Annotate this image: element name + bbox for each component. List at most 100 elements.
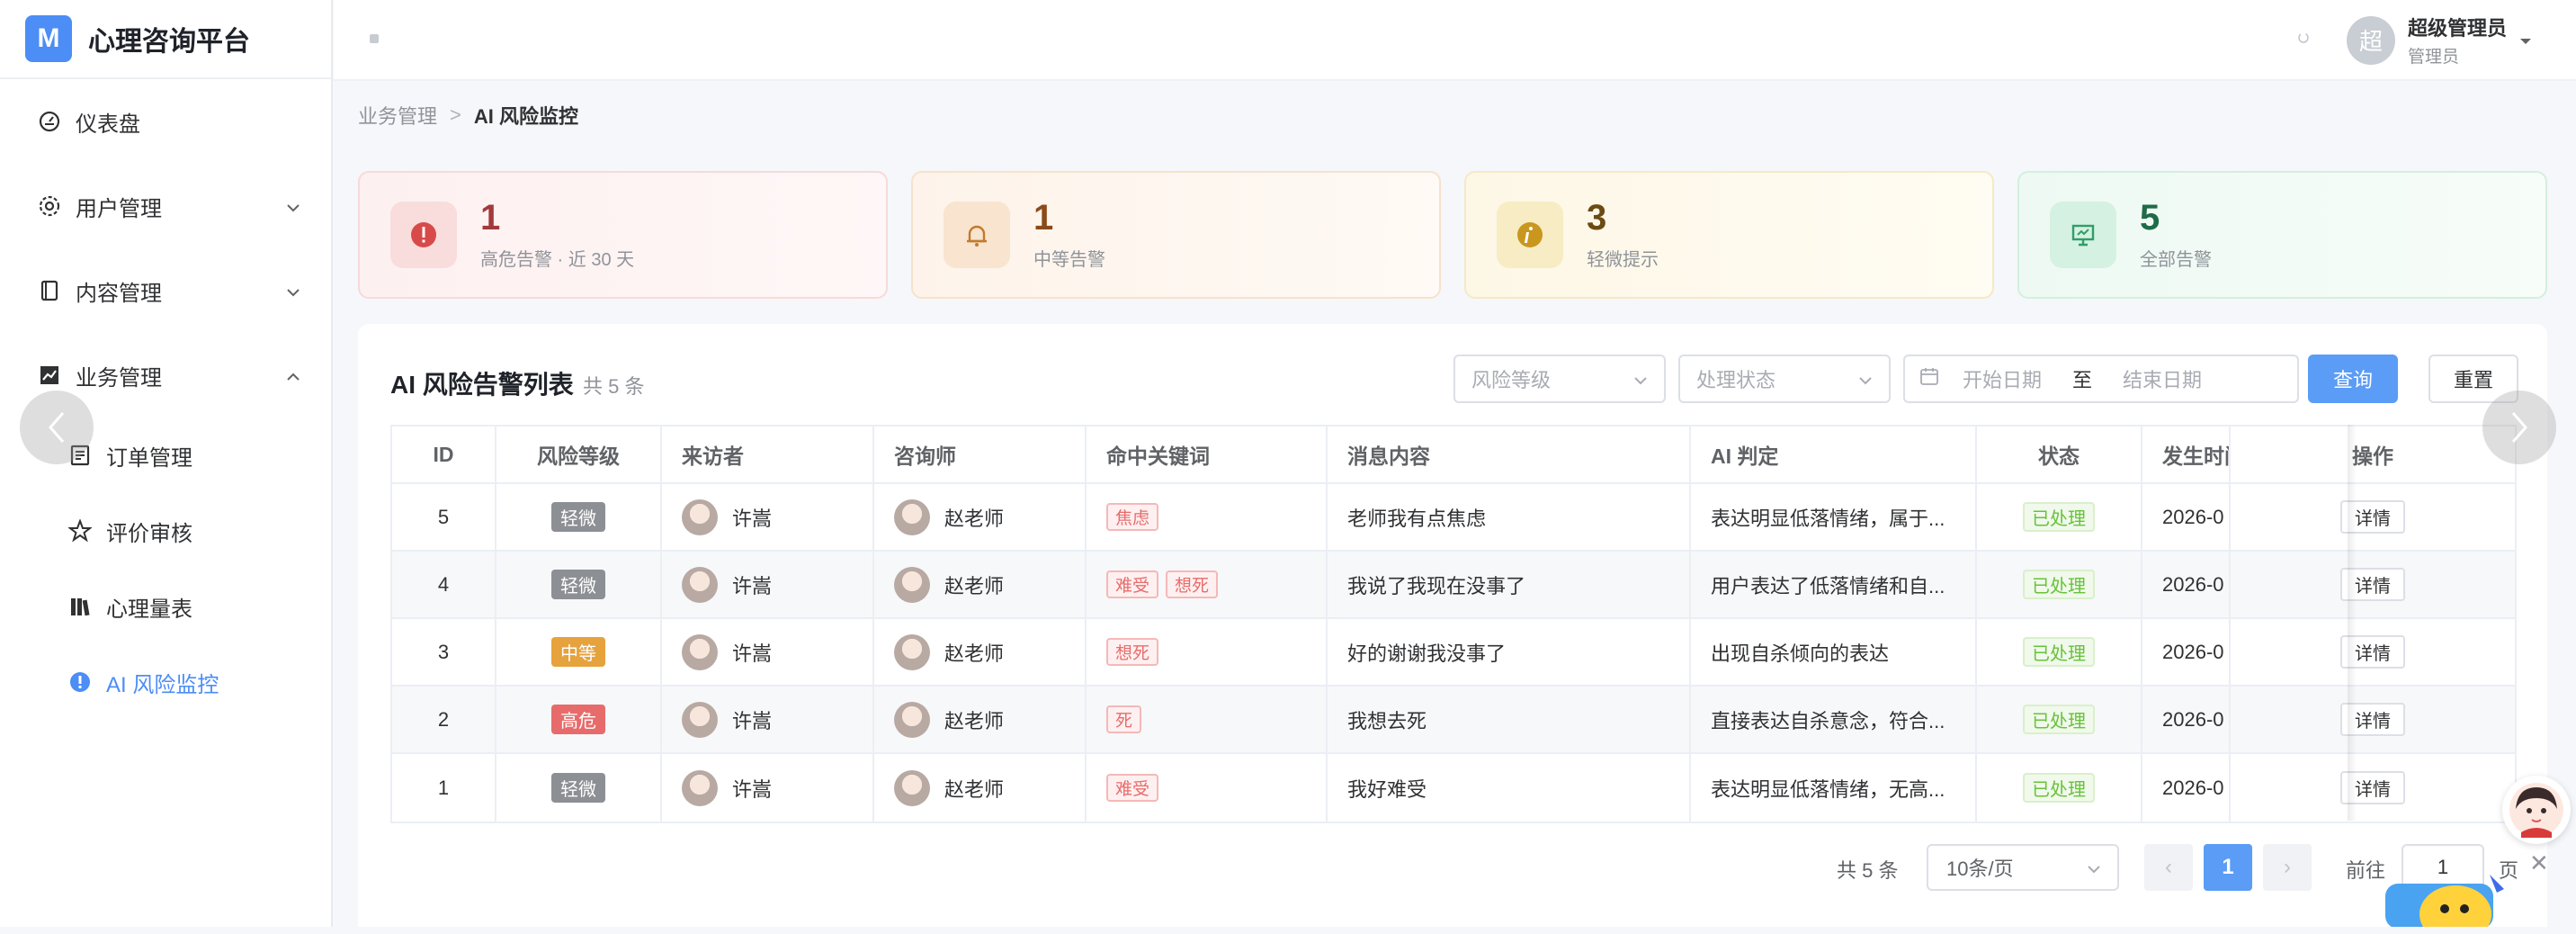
stat-value: 1 xyxy=(1033,197,1054,238)
cell-message: 好的谢谢我没事了 xyxy=(1328,619,1691,685)
visitor-avatar xyxy=(682,566,718,603)
keyword-tag: 难受 xyxy=(1106,570,1159,598)
cell-message: 我好难受 xyxy=(1328,754,1691,822)
cell-visitor: 许嵩 xyxy=(662,687,874,752)
sidebar-item-reviews[interactable]: 评价审核 xyxy=(0,493,331,569)
end-date-input[interactable]: 结束日期 xyxy=(2123,364,2202,393)
col-status: 状态 xyxy=(1977,427,2142,482)
date-range-separator: 至 xyxy=(2072,369,2093,391)
keyword-tag: 想死 xyxy=(1166,570,1219,598)
cell-action: 详情 xyxy=(2231,619,2515,685)
user-name: 超级管理员 xyxy=(2408,17,2508,40)
stat-label: 高危告警 · 近 30 天 xyxy=(480,249,635,270)
goto-label: 前往 xyxy=(2346,859,2386,882)
keyword-tag: 死 xyxy=(1106,705,1142,733)
counselor-avatar xyxy=(894,701,930,738)
keyword-tag: 焦虑 xyxy=(1106,503,1159,531)
ai-verdict-text: 用户表达了低落情绪和自... xyxy=(1711,574,1945,597)
prev-arrow[interactable] xyxy=(20,391,94,464)
cell-visitor: 许嵩 xyxy=(662,754,874,822)
col-action: 操作 xyxy=(2352,445,2393,468)
book-icon xyxy=(36,277,63,304)
status-badge: 已处理 xyxy=(2023,705,2095,734)
prev-page-button[interactable]: ‹ xyxy=(2144,844,2193,891)
start-date-input[interactable]: 开始日期 xyxy=(1963,364,2042,393)
cell-risk: 轻微 xyxy=(496,552,662,617)
sidebar-item-ai-risk[interactable]: AI 风险监控 xyxy=(0,644,331,720)
chevron-down-icon xyxy=(2087,856,2101,879)
alert-table: ID 风险等级 来访者 咨询师 命中关键词 消息内容 AI 判定 状态 发生时间… xyxy=(390,425,2517,823)
refresh-icon[interactable] xyxy=(2294,29,2312,51)
next-page-button[interactable]: › xyxy=(2263,844,2312,891)
assistant-avatar[interactable] xyxy=(2502,776,2571,844)
next-arrow[interactable] xyxy=(2482,391,2556,464)
cell-counselor: 赵老师 xyxy=(874,552,1087,617)
sidebar-item-label: 业务管理 xyxy=(76,365,162,391)
status-badge: 已处理 xyxy=(2023,773,2095,803)
user-menu[interactable]: 超 超级管理员 管理员 xyxy=(2347,13,2532,67)
table-header: ID 风险等级 来访者 咨询师 命中关键词 消息内容 AI 判定 状态 发生时间… xyxy=(392,427,2515,484)
counselor-name: 赵老师 xyxy=(944,642,1005,665)
chevron-down-icon xyxy=(286,193,300,219)
sidebar-item-label: 评价审核 xyxy=(106,521,192,546)
risk-level-select[interactable]: 风险等级 xyxy=(1453,355,1666,403)
app-title: 心理咨询平台 xyxy=(88,27,250,57)
close-icon[interactable]: ✕ xyxy=(2529,849,2549,877)
row-id: 1 xyxy=(437,776,450,799)
cell-id: 1 xyxy=(392,754,496,822)
chevron-up-icon xyxy=(286,363,300,388)
visitor-name: 许嵩 xyxy=(732,574,773,597)
cell-ai: 表达明显低落情绪，无高... xyxy=(1691,754,1977,822)
cell-message: 老师我有点焦虑 xyxy=(1328,484,1691,550)
collapse-toggle[interactable] xyxy=(370,34,379,43)
stat-value: 5 xyxy=(2140,197,2160,238)
cell-ai: 表达明显低落情绪，属于... xyxy=(1691,484,1977,550)
top-bar: 超 超级管理员 管理员 xyxy=(334,0,2576,81)
time-text: 2026-0 xyxy=(2162,640,2224,663)
bell-icon xyxy=(944,202,1010,268)
stat-card-light: 3 轻微提示 xyxy=(1464,171,1994,299)
page-size-value: 10条/页 xyxy=(1946,858,2014,880)
date-range-picker[interactable]: 开始日期 至 结束日期 xyxy=(1903,355,2299,403)
star-icon xyxy=(67,517,94,544)
cell-counselor: 赵老师 xyxy=(874,619,1087,685)
info-icon xyxy=(1497,202,1563,268)
cell-action: 详情 xyxy=(2231,552,2515,617)
pagination-total: 共 5 条 xyxy=(1837,859,1899,882)
risk-level-tag: 中等 xyxy=(551,637,605,667)
sidebar-item-users[interactable]: 用户管理 xyxy=(0,164,331,248)
sidebar-item-scales[interactable]: 心理量表 xyxy=(0,569,331,644)
counselor-avatar xyxy=(894,769,930,806)
message-text: 好的谢谢我没事了 xyxy=(1347,642,1507,665)
stat-label: 中等告警 xyxy=(1033,249,1105,270)
cell-time: 2026-0 xyxy=(2142,687,2231,752)
keyword-tag: 想死 xyxy=(1106,638,1159,666)
cell-ai: 用户表达了低落情绪和自... xyxy=(1691,552,1977,617)
cell-counselor: 赵老师 xyxy=(874,754,1087,822)
mascot-icon[interactable] xyxy=(2385,871,2511,934)
time-text: 2026-0 xyxy=(2162,707,2224,731)
sidebar-item-dashboard[interactable]: 仪表盘 xyxy=(0,79,331,164)
status-select[interactable]: 处理状态 xyxy=(1678,355,1891,403)
user-role: 管理员 xyxy=(2408,48,2460,67)
breadcrumb-parent[interactable]: 业务管理 xyxy=(358,101,437,130)
sidebar-item-content[interactable]: 内容管理 xyxy=(0,248,331,333)
query-button[interactable]: 查询 xyxy=(2308,355,2398,403)
alert-circle-icon xyxy=(67,669,94,696)
page-button[interactable]: 1 xyxy=(2204,844,2252,891)
cell-time: 2026-0 xyxy=(2142,619,2231,685)
page-size-select[interactable]: 10条/页 xyxy=(1927,844,2119,891)
cell-time: 2026-0 xyxy=(2142,552,2231,617)
visitor-name: 许嵩 xyxy=(732,507,773,530)
risk-level-placeholder: 风险等级 xyxy=(1471,369,1552,391)
row-id: 2 xyxy=(437,707,450,731)
fixed-column-shadow xyxy=(2348,425,2357,821)
risk-level-tag: 轻微 xyxy=(551,502,605,532)
ai-verdict-text: 表达明显低落情绪，无高... xyxy=(1711,777,1945,801)
exclamation-icon xyxy=(390,202,457,268)
message-text: 老师我有点焦虑 xyxy=(1347,507,1487,530)
cell-keywords: 难受 想死 xyxy=(1087,552,1328,617)
logo[interactable]: M 心理咨询平台 xyxy=(0,0,331,79)
cell-keywords: 难受 xyxy=(1087,754,1328,822)
keyword-tag: 难受 xyxy=(1106,774,1159,802)
